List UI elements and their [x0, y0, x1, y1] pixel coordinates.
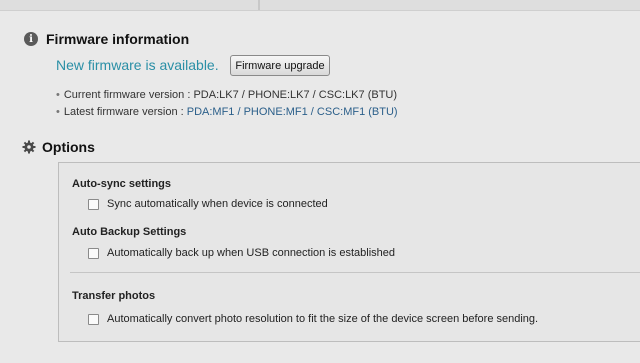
- current-firmware-line: • Current firmware version : PDA:LK7 / PH…: [56, 89, 397, 101]
- transfer-photos-label: Transfer photos: [72, 290, 156, 302]
- firmware-section-title: i Firmware information: [24, 31, 189, 47]
- firmware-available-notice: New firmware is available.: [56, 57, 219, 73]
- firmware-upgrade-button[interactable]: Firmware upgrade: [230, 55, 330, 76]
- tab-divider: [258, 0, 260, 10]
- latest-firmware-value: PDA:MF1 / PHONE:MF1 / CSC:MF1 (BTU): [186, 106, 398, 118]
- auto-sync-settings-label: Auto-sync settings: [72, 178, 172, 190]
- auto-backup-checkbox[interactable]: [88, 247, 99, 259]
- transfer-photos-option[interactable]: Automatically convert photo resolution t…: [88, 313, 538, 325]
- info-icon: i: [24, 32, 38, 46]
- top-tab-strip: [0, 0, 640, 11]
- gear-icon: [22, 140, 36, 154]
- bullet: •: [56, 106, 60, 118]
- transfer-photos-checkbox-label: Automatically convert photo resolution t…: [107, 313, 539, 325]
- auto-backup-checkbox-label: Automatically back up when USB connectio…: [107, 247, 395, 259]
- auto-sync-checkbox-label: Sync automatically when device is connec…: [107, 198, 328, 210]
- options-section-title: Options: [22, 139, 95, 155]
- options-divider: [70, 272, 640, 273]
- bullet: •: [56, 89, 60, 101]
- firmware-title-text: Firmware information: [46, 31, 190, 47]
- transfer-photos-checkbox[interactable]: [88, 313, 99, 325]
- options-title-text: Options: [42, 139, 95, 155]
- latest-firmware-label: Latest firmware version :: [63, 106, 187, 118]
- latest-firmware-line: • Latest firmware version : PDA:MF1 / PHO…: [56, 106, 398, 118]
- auto-backup-option[interactable]: Automatically back up when USB connectio…: [88, 247, 395, 259]
- current-firmware-value: PDA:LK7 / PHONE:LK7 / CSC:LK7 (BTU): [193, 89, 398, 101]
- auto-sync-checkbox[interactable]: [88, 198, 99, 210]
- current-firmware-label: Current firmware version :: [63, 89, 194, 101]
- auto-sync-option[interactable]: Sync automatically when device is connec…: [88, 198, 328, 210]
- auto-backup-settings-label: Auto Backup Settings: [72, 226, 187, 238]
